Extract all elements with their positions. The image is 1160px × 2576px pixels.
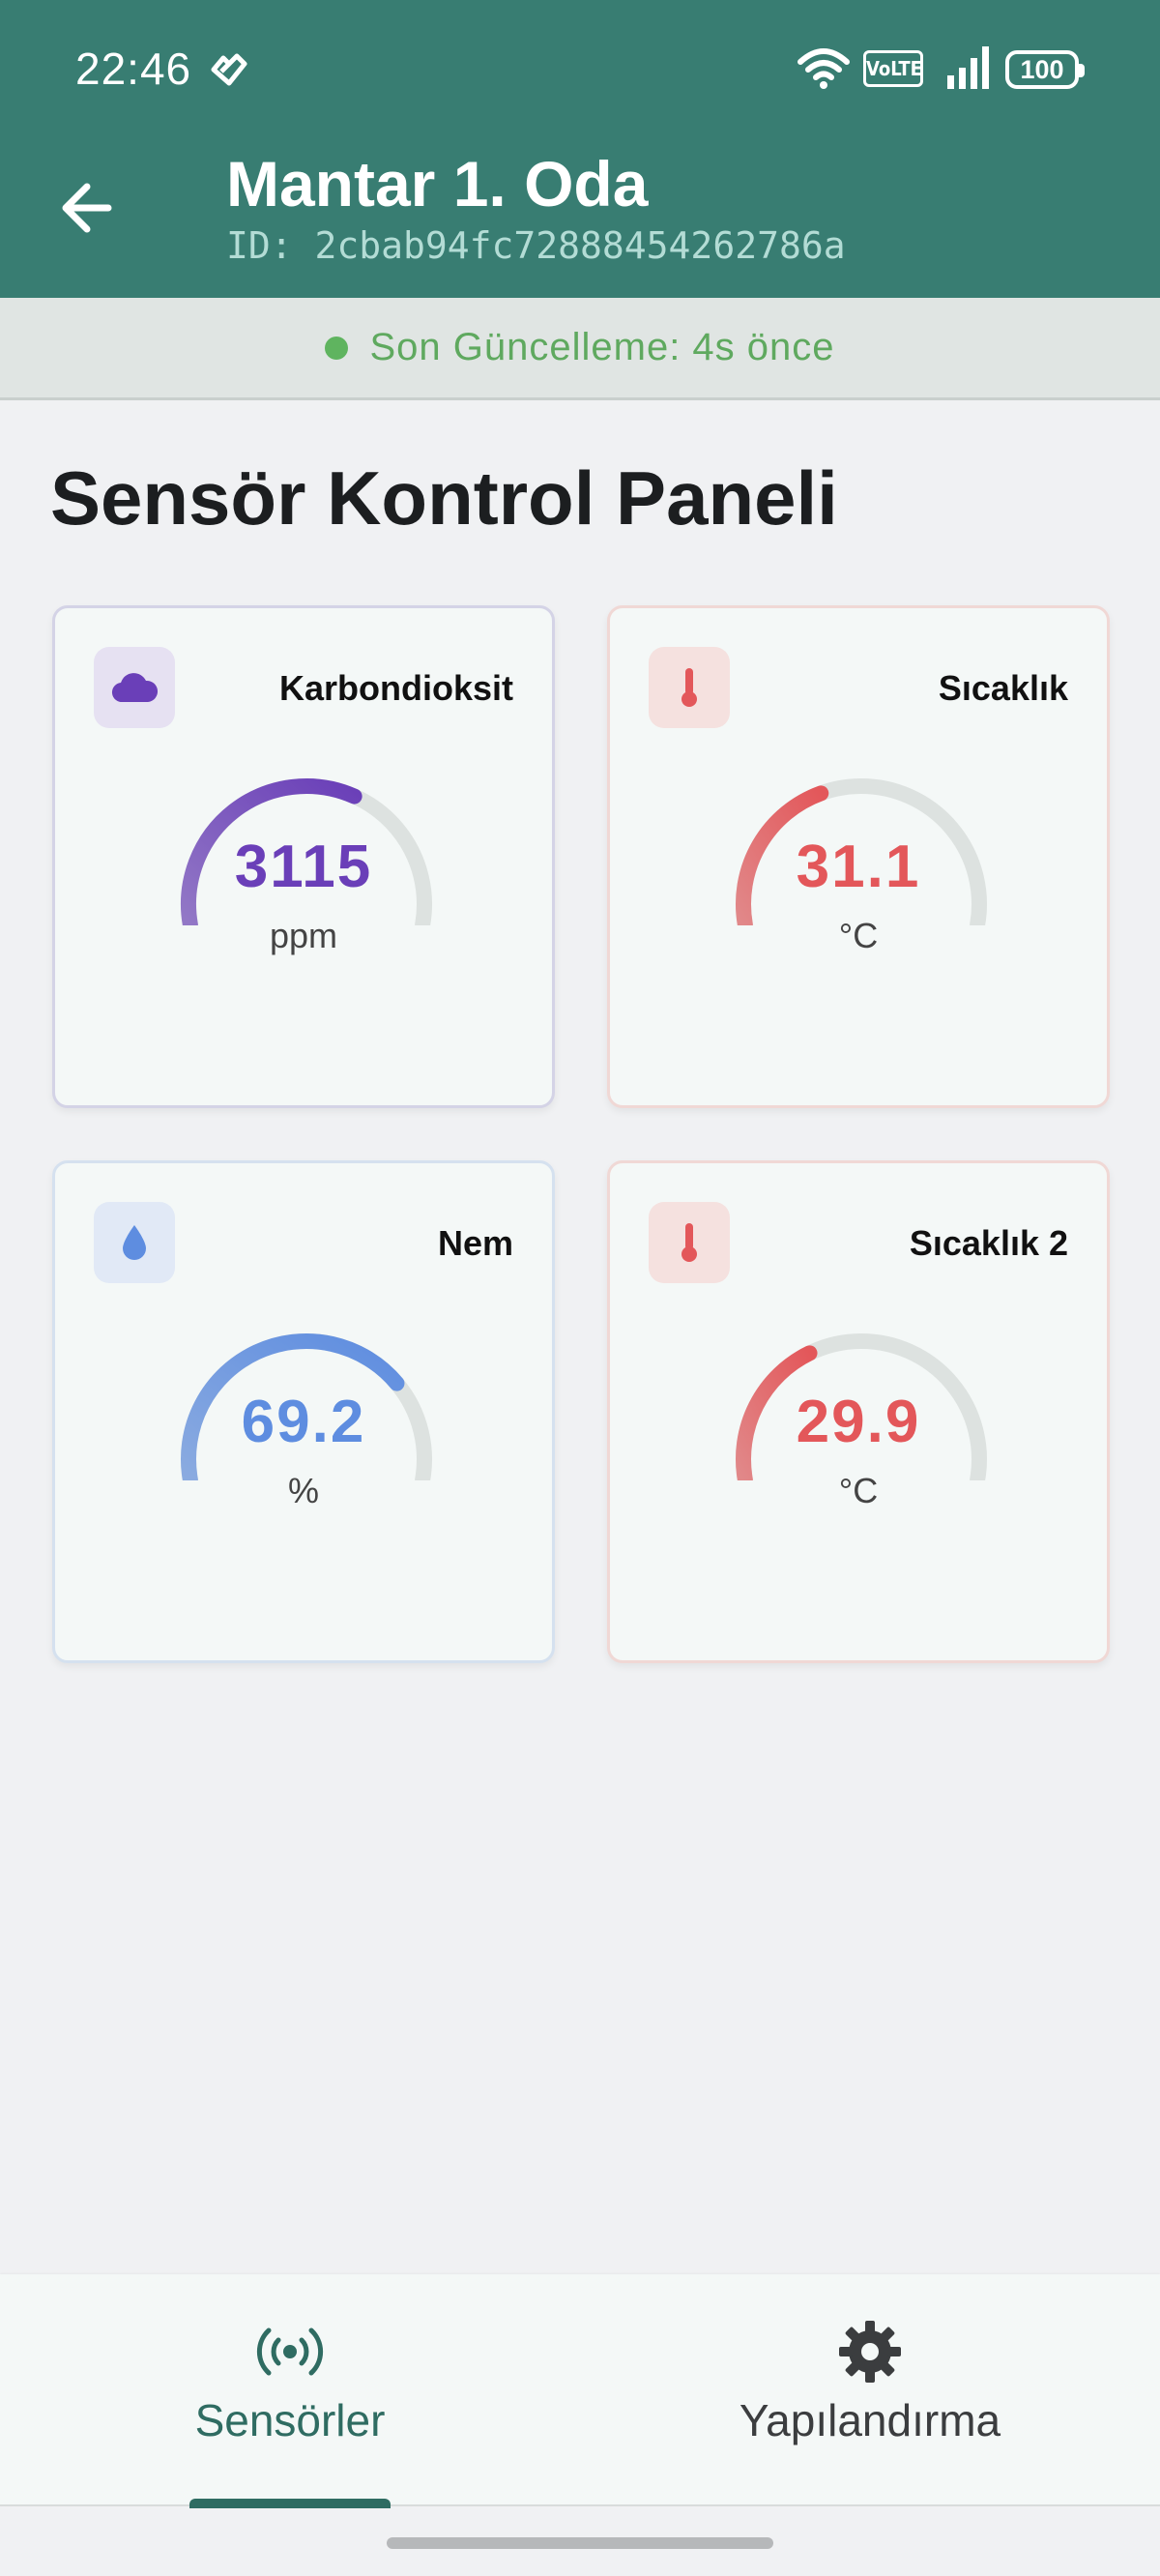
sensor-card-temperature-2[interactable]: Sıcaklık 2 29.9 °C bbox=[607, 1160, 1110, 1663]
broadcast-icon bbox=[256, 2327, 324, 2376]
last-update-banner: Son Güncelleme: 4s önce bbox=[0, 298, 1160, 400]
nav-label: Sensörler bbox=[194, 2395, 386, 2445]
home-indicator[interactable] bbox=[387, 2537, 773, 2549]
app-header: 22:46 VoLTE 100 Mantar 1. Oda ID: 2cbab9… bbox=[0, 0, 1160, 298]
sensor-card-humidity[interactable]: Nem 69.2 % bbox=[52, 1160, 555, 1663]
nav-tab-sensors[interactable]: Sensörler bbox=[0, 2274, 580, 2506]
thermometer-icon bbox=[649, 647, 730, 728]
active-tab-indicator bbox=[189, 2499, 391, 2508]
sensor-value: 69.2 bbox=[241, 1389, 366, 1455]
sensor-unit: ppm bbox=[269, 916, 338, 955]
sensor-label: Karbondioksit bbox=[278, 668, 513, 708]
sensor-label: Sıcaklık 2 bbox=[909, 1223, 1068, 1263]
volte-badge: VoLTE bbox=[863, 50, 923, 87]
nav-tab-configuration[interactable]: Yapılandırma bbox=[580, 2274, 1160, 2506]
sensor-unit: °C bbox=[838, 1471, 879, 1510]
panel-title: Sensör Kontrol Paneli bbox=[50, 455, 838, 541]
health-icon bbox=[211, 53, 247, 86]
water-drop-icon bbox=[94, 1202, 175, 1283]
signal-icon bbox=[947, 46, 989, 89]
sensor-label: Sıcaklık bbox=[938, 668, 1068, 708]
sensor-value: 31.1 bbox=[796, 834, 921, 900]
wifi-icon bbox=[798, 48, 850, 89]
thermometer-icon bbox=[649, 1202, 730, 1283]
sensor-unit: % bbox=[287, 1471, 319, 1510]
status-time: 22:46 bbox=[75, 44, 192, 94]
battery-indicator: 100 bbox=[1005, 50, 1085, 89]
bottom-navigation: Sensörler Yapılandırma bbox=[0, 2274, 1160, 2506]
last-update-text: Son Güncelleme: 4s önce bbox=[369, 326, 835, 368]
status-bar: 22:46 VoLTE 100 bbox=[0, 0, 1160, 143]
sensor-unit: °C bbox=[838, 916, 879, 955]
nav-label: Yapılandırma bbox=[739, 2395, 1001, 2445]
page-title: Mantar 1. Oda bbox=[226, 148, 649, 220]
device-id: ID: 2cbab94fc72888454262786a bbox=[226, 224, 846, 267]
back-arrow-icon[interactable] bbox=[52, 174, 130, 242]
sensor-value: 29.9 bbox=[796, 1389, 921, 1455]
gear-icon bbox=[839, 2321, 901, 2383]
cloud-icon bbox=[94, 647, 175, 728]
sensor-label: Nem bbox=[437, 1223, 513, 1263]
sensor-value: 3115 bbox=[234, 834, 373, 900]
online-status-dot bbox=[325, 336, 349, 360]
sensor-card-co2[interactable]: Karbondioksit 3115 ppm bbox=[52, 605, 555, 1108]
sensor-card-temperature[interactable]: Sıcaklık 31.1 °C bbox=[607, 605, 1110, 1108]
